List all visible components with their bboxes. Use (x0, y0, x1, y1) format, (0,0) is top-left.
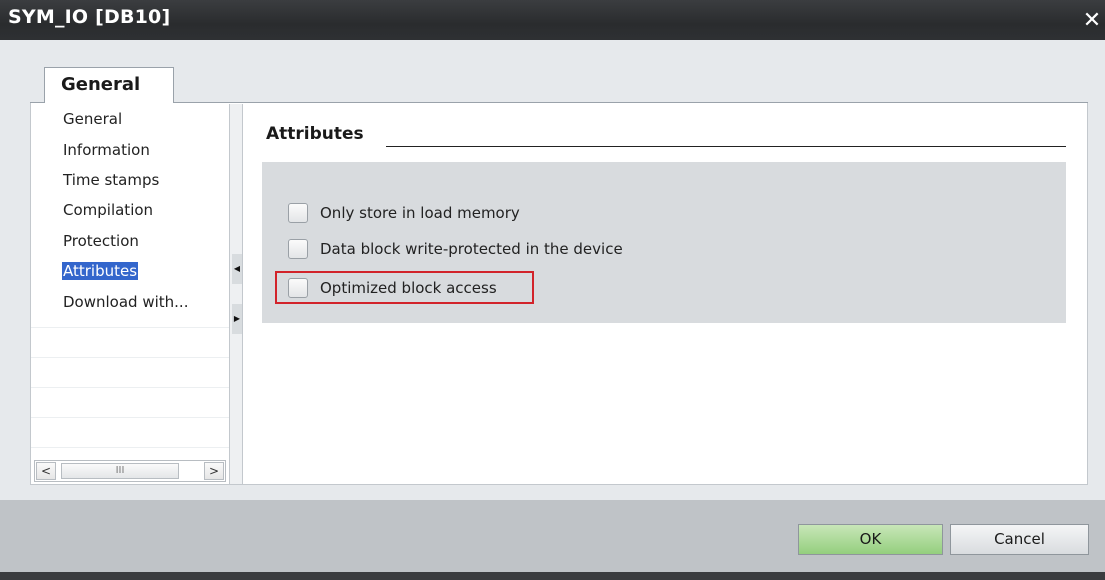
nav-item-download-with[interactable]: Download with... (62, 289, 189, 315)
checkbox-label: Only store in load memory (320, 204, 520, 222)
checkbox-label: Data block write-protected in the device (320, 240, 623, 258)
nav-row-divider (31, 387, 229, 388)
close-icon[interactable]: ✕ (1079, 8, 1105, 34)
nav-item-label: Download with... (63, 293, 189, 311)
only-store-in-load-memory-checkbox[interactable] (288, 203, 308, 223)
nav-item-label: General (63, 110, 123, 128)
nav-item-attributes[interactable]: Attributes (62, 258, 139, 284)
window-title: SYM_IO [DB10] (8, 6, 171, 28)
pane-splitter[interactable]: ◀ ▶ (229, 104, 243, 484)
nav-item-label: Information (63, 141, 150, 159)
nav-row-divider (31, 327, 229, 328)
scroll-left-icon[interactable]: < (36, 462, 56, 480)
nav-item-general[interactable]: General (62, 106, 123, 132)
nav-item-label: Compilation (63, 201, 154, 219)
section-title: Attributes (266, 124, 364, 144)
nav-item-label: Protection (63, 232, 139, 250)
nav-item-compilation[interactable]: Compilation (62, 197, 154, 223)
write-protected-checkbox[interactable] (288, 239, 308, 259)
nav-item-label: Attributes (62, 262, 139, 280)
cancel-button[interactable]: Cancel (950, 524, 1089, 555)
properties-dialog: SYM_IO [DB10] ✕ General General Informat… (0, 0, 1105, 580)
ok-button[interactable]: OK (798, 524, 943, 555)
nav-row-divider (31, 357, 229, 358)
tab-general[interactable]: General (44, 67, 174, 103)
tab-general-label: General (61, 74, 141, 95)
expand-right-icon[interactable]: ▶ (232, 304, 242, 334)
title-bar[interactable]: SYM_IO [DB10] ✕ (0, 0, 1105, 40)
nav-row-divider (31, 417, 229, 418)
section-divider (386, 146, 1066, 147)
collapse-left-icon[interactable]: ◀ (232, 254, 242, 284)
scroll-right-icon[interactable]: > (204, 462, 224, 480)
window-bottom-border (0, 572, 1105, 580)
nav-item-label: Time stamps (63, 171, 160, 189)
nav-horizontal-scrollbar[interactable]: < III > (34, 460, 226, 482)
highlight-box (275, 271, 534, 304)
nav-item-protection[interactable]: Protection (62, 228, 140, 254)
nav-row-divider (31, 447, 229, 448)
nav-item-time-stamps[interactable]: Time stamps (62, 167, 160, 193)
scroll-thumb[interactable]: III (61, 463, 179, 479)
nav-item-information[interactable]: Information (62, 137, 151, 163)
